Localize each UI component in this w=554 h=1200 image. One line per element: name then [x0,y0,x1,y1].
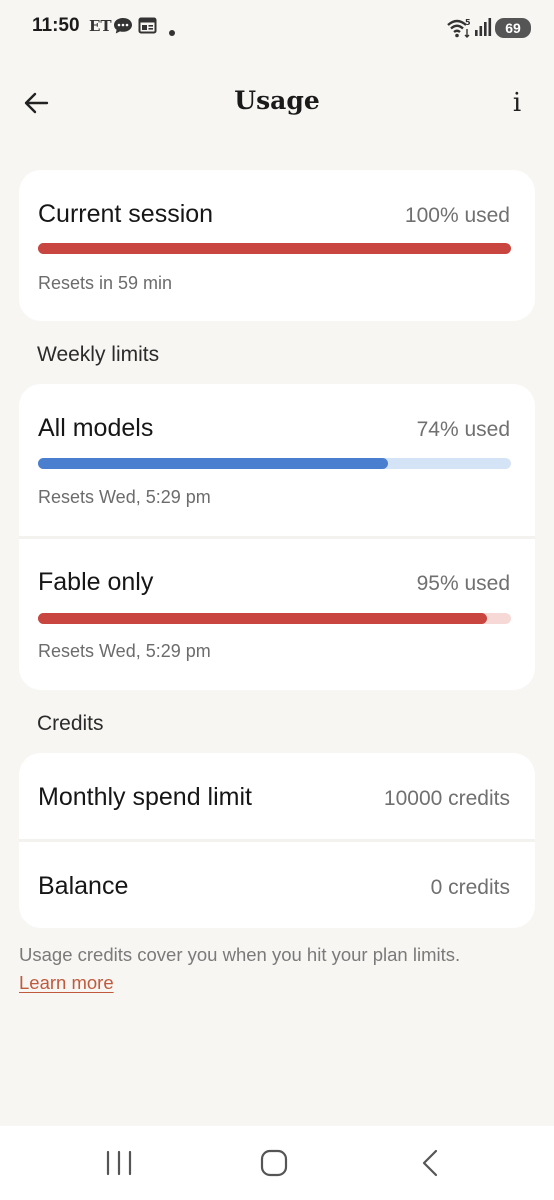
limit-title: All models [38,414,154,442]
footnote-text: Usage credits cover you when you hit you… [19,944,461,965]
credits-footnote: Usage credits cover you when you hit you… [19,941,539,997]
balance-value: 0 credits [430,876,510,899]
current-session-progress [38,243,511,254]
current-session-reset: Resets in 59 min [38,273,173,293]
limit-progress [38,458,511,469]
monthly-spend-limit-label: Monthly spend limit [38,783,252,811]
chevron-left-icon [422,1149,438,1177]
dot-icon [168,24,176,42]
chat-bubble-icon [113,16,133,41]
credits-label: Credits [37,712,104,735]
progress-fill [38,243,511,254]
current-session-title: Current session [38,200,214,228]
progress-fill [38,458,389,469]
system-nav-bar [0,1126,554,1200]
recent-apps-button[interactable] [99,1146,139,1180]
progress-fill [38,613,488,624]
recent-apps-icon [106,1150,132,1176]
battery-indicator: 69 [495,18,531,38]
balance-row: Balance 0 credits [19,842,535,928]
svg-text:5: 5 [465,18,471,27]
status-bar: 11:50 ET 5 69 [0,0,554,56]
monthly-spend-limit-value: 10000 credits [383,787,510,810]
limit-row-all-models: All models 74% used Resets Wed, 5:29 pm [19,384,535,536]
limit-used: 95% used [416,572,510,595]
weekly-limits-card: All models 74% used Resets Wed, 5:29 pm … [19,384,535,690]
credits-card: Monthly spend limit 10000 credits Balanc… [19,753,535,928]
limit-title: Fable only [38,568,154,596]
learn-more-link[interactable]: Learn more [19,972,114,993]
status-time: 11:50 [32,15,80,36]
info-button[interactable]: i [504,86,530,120]
limit-reset: Resets Wed, 5:29 pm [38,641,211,661]
app-header: Usage i [0,70,554,134]
system-back-button[interactable] [410,1146,450,1180]
home-icon [260,1149,288,1177]
signal-icon [474,17,492,42]
limit-reset: Resets Wed, 5:29 pm [38,487,211,507]
limit-row-fable-only: Fable only 95% used Resets Wed, 5:29 pm [19,539,535,690]
limit-used: 74% used [416,418,510,441]
monthly-spend-limit-row[interactable]: Monthly spend limit 10000 credits [19,753,535,839]
calendar-icon [138,16,157,40]
limit-progress [38,613,511,624]
current-session-used: 100% used [404,204,510,227]
current-session-card: Current session 100% used Resets in 59 m… [19,170,535,321]
weekly-limits-label: Weekly limits [37,343,160,366]
wifi-icon: 5 [446,17,472,44]
page-title: Usage [234,86,320,115]
carrier-label: ET [89,17,112,35]
balance-label: Balance [38,872,129,900]
home-button[interactable] [254,1146,294,1180]
